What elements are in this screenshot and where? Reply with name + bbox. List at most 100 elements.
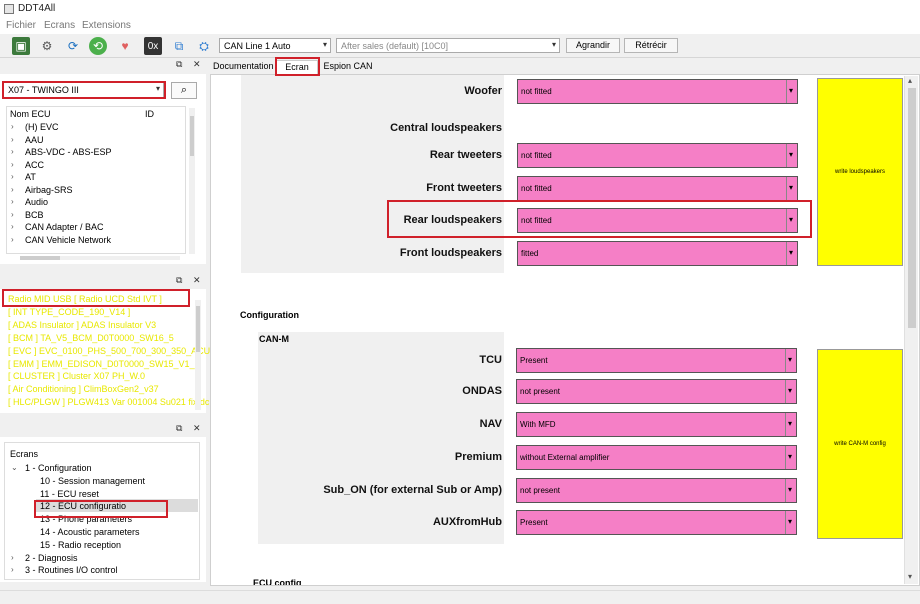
- scroll-thumb[interactable]: [908, 88, 916, 328]
- menu-ecrans[interactable]: Ecrans: [44, 20, 75, 31]
- write-canm-config-button[interactable]: write CAN-M config: [817, 349, 903, 539]
- tab-espion-can[interactable]: Espion CAN: [322, 60, 374, 74]
- canm-select[interactable]: not present: [516, 478, 797, 503]
- scanned-ecu-item[interactable]: [ Air Conditioning ] ClimBoxGen2_v37: [8, 384, 159, 394]
- chevron-right-icon[interactable]: ›: [11, 172, 14, 181]
- can-line-select[interactable]: CAN Line 1 Auto ▾: [219, 38, 331, 53]
- chevron-right-icon[interactable]: ›: [11, 197, 14, 206]
- ecu-list-item[interactable]: ACC: [25, 160, 44, 170]
- chevron-down-icon: ▾: [155, 84, 160, 93]
- screen-item[interactable]: 12 - ECU configuratio: [40, 501, 126, 511]
- ecu-list-item[interactable]: Audio: [25, 197, 48, 207]
- valve-icon[interactable]: ⛭: [195, 37, 213, 55]
- session-select[interactable]: After sales (default) [10C0] ▾: [336, 38, 560, 53]
- screen-item[interactable]: 14 - Acoustic parameters: [40, 527, 140, 537]
- ecu-list-hscrollbar[interactable]: [20, 256, 180, 260]
- screen-item[interactable]: 15 - Radio reception: [40, 540, 121, 550]
- screen-group[interactable]: 2 - Diagnosis: [25, 553, 78, 563]
- connect-icon[interactable]: ⟲: [89, 37, 107, 55]
- can-line-value: CAN Line 1 Auto: [224, 41, 291, 51]
- field-label: Rear loudspeakers: [403, 214, 502, 226]
- ecu-list-item[interactable]: CAN Vehicle Network: [25, 235, 111, 245]
- field-label: Front loudspeakers: [399, 247, 502, 259]
- scroll-thumb[interactable]: [196, 306, 200, 352]
- close-icon[interactable]: ✕: [193, 59, 201, 70]
- chevron-right-icon[interactable]: ›: [11, 565, 14, 574]
- heartbeat-icon[interactable]: ♥: [116, 37, 134, 55]
- content-scrollbar[interactable]: ▴ ▾: [904, 76, 918, 584]
- scanned-ecu-item[interactable]: [ BCM ] TA_V5_BCM_D0T0000_SW16_5: [8, 333, 174, 343]
- search-ecu-button[interactable]: ⌕: [171, 82, 197, 99]
- scanned-ecu-item[interactable]: [ EVC ] EVC_0100_PHS_500_700_300_350_ACU…: [8, 346, 220, 356]
- scanned-ecu-item[interactable]: [ HLC/PLGW ] PLGW413 Var 001004 Su021 fi…: [8, 397, 209, 407]
- screen-group[interactable]: 3 - Routines I/O control: [25, 565, 118, 575]
- menu-extensions[interactable]: Extensions: [82, 20, 131, 31]
- settings-icon[interactable]: ⚙: [38, 37, 56, 55]
- vehicle-select[interactable]: X07 - TWINGO III ▾: [3, 82, 164, 99]
- network-icon[interactable]: ⧉: [170, 37, 188, 55]
- chevron-right-icon[interactable]: ›: [11, 147, 14, 156]
- loudspeaker-select[interactable]: not fitted: [517, 176, 798, 201]
- select-value: Present: [520, 356, 548, 365]
- scanned-ecu-item[interactable]: [ EMM ] EMM_EDISON_D0T0000_SW15_V1_1: [8, 359, 200, 369]
- hex-mode-icon[interactable]: 0x: [144, 37, 162, 55]
- scroll-up-icon[interactable]: ▴: [908, 76, 912, 85]
- scroll-thumb[interactable]: [20, 256, 60, 260]
- canm-select[interactable]: With MFD: [516, 412, 797, 437]
- chevron-down-icon: [785, 478, 796, 502]
- float-icon[interactable]: ⧉: [176, 423, 182, 434]
- column-name: Nom ECU: [10, 109, 51, 119]
- tab-documentation[interactable]: Documentation: [213, 60, 274, 74]
- float-icon[interactable]: ⧉: [176, 275, 182, 286]
- monitor-icon[interactable]: ▣: [12, 37, 30, 55]
- chevron-right-icon[interactable]: ›: [11, 122, 14, 131]
- zoom-in-button[interactable]: Agrandir: [566, 38, 620, 53]
- canm-select[interactable]: without External amplifier: [516, 445, 797, 470]
- scanned-ecu-item[interactable]: Radio MID USB [ Radio UCD Std IVT ]: [8, 294, 162, 304]
- scanned-scrollbar[interactable]: [195, 300, 201, 410]
- chevron-right-icon[interactable]: ›: [11, 185, 14, 194]
- ecu-list-item[interactable]: (H) EVC: [25, 122, 59, 132]
- ecu-list-item[interactable]: AAU: [25, 135, 44, 145]
- tab-ecran[interactable]: Ecran: [276, 60, 318, 74]
- zoom-out-button[interactable]: Rétrécir: [624, 38, 678, 53]
- screen-group[interactable]: 1 - Configuration: [25, 463, 92, 473]
- ecu-list-item[interactable]: CAN Adapter / BAC: [25, 222, 104, 232]
- ecu-list-scrollbar[interactable]: [189, 108, 195, 254]
- loudspeaker-select[interactable]: not fitted: [517, 79, 798, 104]
- canm-select[interactable]: not present: [516, 379, 797, 404]
- ecu-list-item[interactable]: AT: [25, 172, 36, 182]
- screen-item[interactable]: 10 - Session management: [40, 476, 145, 486]
- scroll-down-icon[interactable]: ▾: [908, 572, 912, 581]
- loudspeaker-select[interactable]: not fitted: [517, 143, 798, 168]
- ecu-list-item[interactable]: BCB: [25, 210, 44, 220]
- float-icon[interactable]: ⧉: [176, 59, 182, 70]
- close-icon[interactable]: ✕: [193, 275, 201, 286]
- loudspeaker-select[interactable]: fitted: [517, 241, 798, 266]
- chevron-right-icon[interactable]: ›: [11, 135, 14, 144]
- scanned-ecu-item[interactable]: [ ADAS Insulator ] ADAS Insulator V3: [8, 320, 156, 330]
- screen-item[interactable]: 11 - ECU reset: [40, 489, 99, 499]
- close-icon[interactable]: ✕: [193, 423, 201, 434]
- chevron-right-icon[interactable]: ›: [11, 235, 14, 244]
- scan-dock-header: ⧉ ✕: [0, 275, 206, 289]
- chevron-right-icon[interactable]: ›: [11, 553, 14, 562]
- canm-select[interactable]: Present: [516, 510, 797, 535]
- chevron-right-icon[interactable]: ›: [11, 222, 14, 231]
- chevron-down-icon[interactable]: ⌄: [11, 463, 18, 472]
- scanned-ecu-item[interactable]: [ INT TYPE_CODE_190_V14 ]: [8, 307, 130, 317]
- field-label: NAV: [479, 418, 502, 430]
- refresh-icon[interactable]: ⟳: [64, 37, 82, 55]
- scanned-ecu-item[interactable]: [ CLUSTER ] Cluster X07 PH_W.0: [8, 371, 145, 381]
- loudspeaker-select[interactable]: not fitted: [517, 208, 798, 233]
- chevron-down-icon: [785, 510, 796, 534]
- chevron-right-icon[interactable]: ›: [11, 210, 14, 219]
- write-loudspeakers-button[interactable]: write loudspeakers: [817, 78, 903, 266]
- menu-fichier[interactable]: Fichier: [6, 20, 36, 31]
- ecu-list-item[interactable]: ABS-VDC - ABS-ESP: [25, 147, 112, 157]
- ecu-list-item[interactable]: Airbag-SRS: [25, 185, 73, 195]
- canm-select[interactable]: Present: [516, 348, 797, 373]
- chevron-right-icon[interactable]: ›: [11, 160, 14, 169]
- scroll-thumb[interactable]: [190, 116, 194, 156]
- screen-item[interactable]: 13 - Phone parameters: [40, 514, 132, 524]
